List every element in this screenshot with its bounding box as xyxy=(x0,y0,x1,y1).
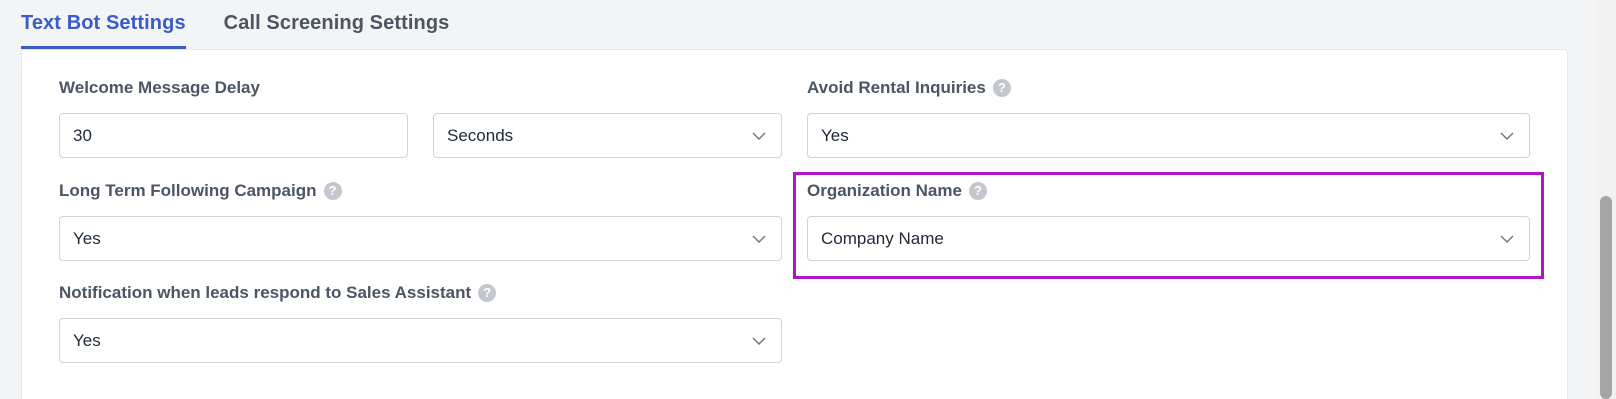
welcome-delay-label: Welcome Message Delay xyxy=(59,78,260,98)
notification-value: Yes xyxy=(73,330,101,350)
tab-text-bot-settings[interactable]: Text Bot Settings xyxy=(21,0,186,49)
welcome-delay-unit-value: Seconds xyxy=(447,125,514,145)
long-term-select[interactable]: Yes xyxy=(59,216,782,261)
avoid-rental-value: Yes xyxy=(821,125,849,145)
long-term-label: Long Term Following Campaign ? xyxy=(59,181,342,201)
avoid-rental-label-text: Avoid Rental Inquiries xyxy=(807,78,986,97)
notification-select[interactable]: Yes xyxy=(59,318,782,363)
chevron-down-icon xyxy=(752,337,766,345)
question-circle-icon[interactable]: ? xyxy=(992,79,1011,97)
org-name-value: Company Name xyxy=(821,228,944,248)
question-circle-icon[interactable]: ? xyxy=(478,284,497,302)
notification-label: Notification when leads respond to Sales… xyxy=(59,283,497,303)
org-name-label: Organization Name ? xyxy=(807,181,987,201)
tab-call-screening-settings[interactable]: Call Screening Settings xyxy=(224,0,450,49)
chevron-down-icon xyxy=(1500,132,1514,140)
org-name-label-text: Organization Name xyxy=(807,181,962,200)
settings-tabs: Text Bot Settings Call Screening Setting… xyxy=(21,0,487,49)
welcome-delay-unit-select[interactable]: Seconds xyxy=(433,113,782,158)
settings-page: Text Bot Settings Call Screening Setting… xyxy=(0,0,1616,399)
chevron-down-icon xyxy=(752,235,766,243)
chevron-down-icon xyxy=(752,132,766,140)
avoid-rental-label: Avoid Rental Inquiries ? xyxy=(807,78,1011,98)
welcome-delay-label-text: Welcome Message Delay xyxy=(59,78,260,97)
notification-label-text: Notification when leads respond to Sales… xyxy=(59,283,472,302)
scrollbar-thumb[interactable] xyxy=(1600,196,1612,399)
welcome-delay-value: 30 xyxy=(73,125,92,145)
org-name-select[interactable]: Company Name xyxy=(807,216,1530,261)
chevron-down-icon xyxy=(1500,235,1514,243)
question-circle-icon[interactable]: ? xyxy=(968,182,987,200)
avoid-rental-select[interactable]: Yes xyxy=(807,113,1530,158)
long-term-value: Yes xyxy=(73,228,101,248)
question-circle-icon[interactable]: ? xyxy=(323,182,342,200)
welcome-delay-input[interactable]: 30 xyxy=(59,113,408,158)
long-term-label-text: Long Term Following Campaign xyxy=(59,181,317,200)
